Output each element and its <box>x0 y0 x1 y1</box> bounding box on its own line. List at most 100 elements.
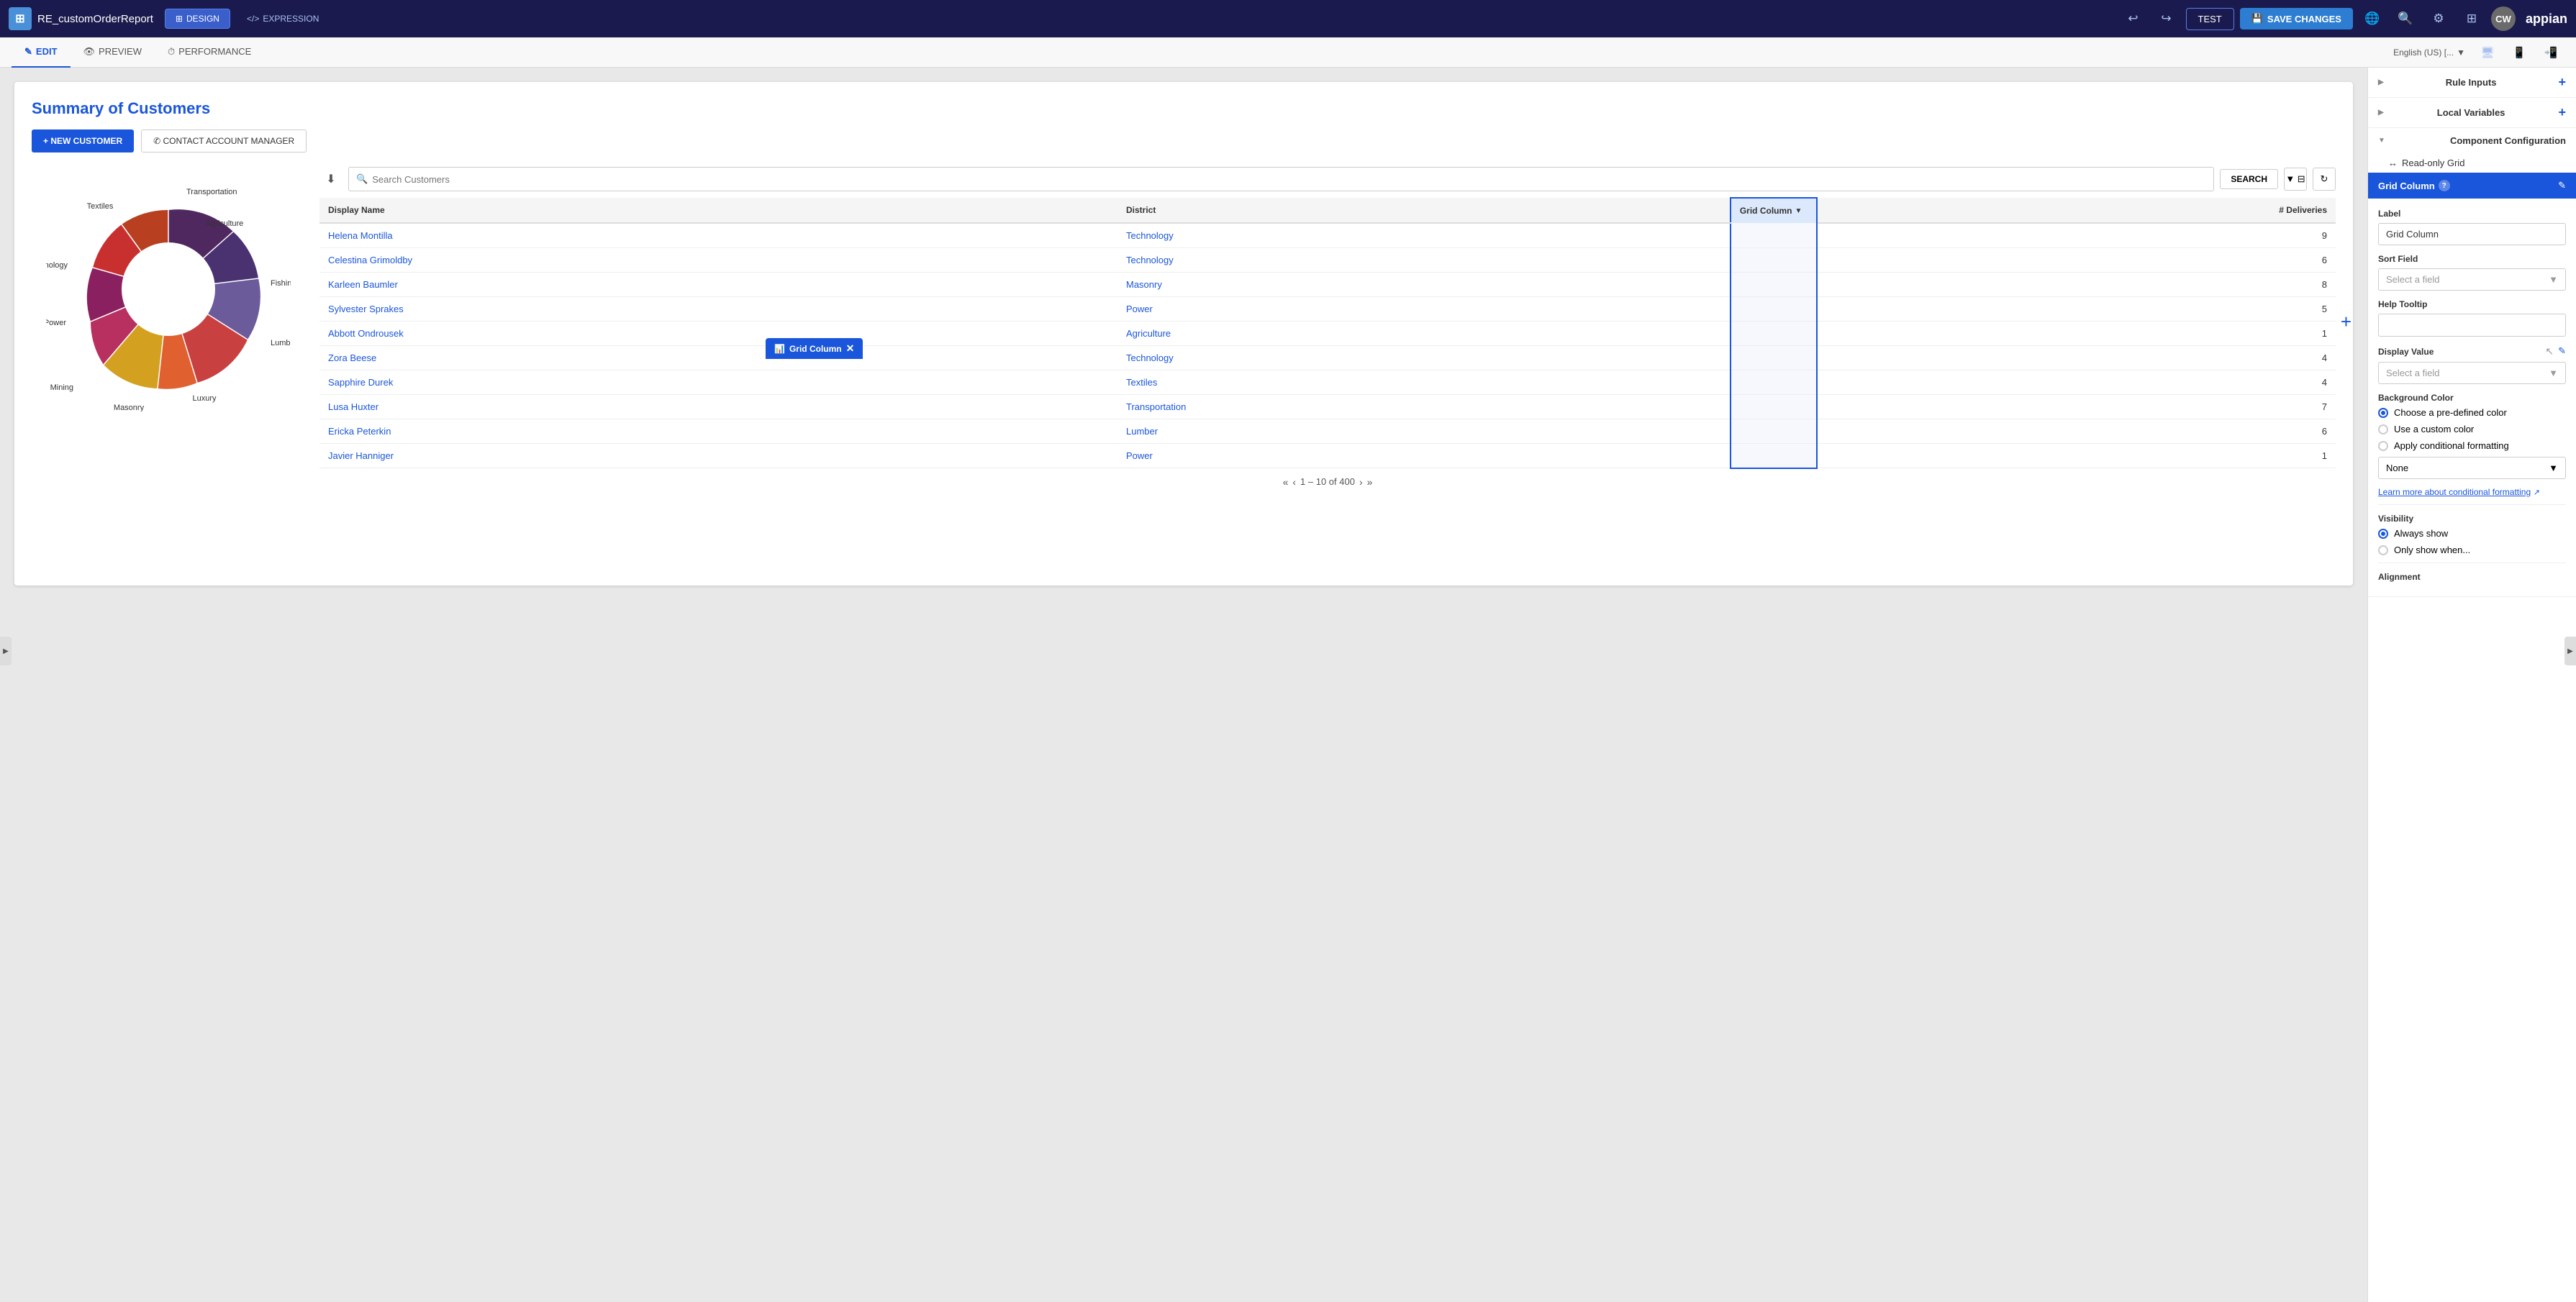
edit-display-icon[interactable]: ✎ <box>2558 345 2566 358</box>
cell-district: Transportation <box>1117 395 1731 419</box>
name-link[interactable]: Abbott Ondrousek <box>328 328 404 339</box>
table-row: Helena Montilla Technology 9 <box>319 223 2336 248</box>
name-link[interactable]: Helena Montilla <box>328 230 393 241</box>
component-config-section: ▼ Component Configuration ↔ Read-only Gr… <box>2368 128 2576 597</box>
name-link[interactable]: Lusa Huxter <box>328 401 378 412</box>
learn-more-link[interactable]: Learn more about conditional formatting <box>2378 487 2531 497</box>
district-value: Textiles <box>1126 377 1157 388</box>
search-input[interactable] <box>372 174 2206 185</box>
label-transportation: Transportation <box>186 188 237 196</box>
close-popup-btn[interactable]: ✕ <box>846 342 855 355</box>
next-page-btn[interactable]: › <box>1359 476 1363 488</box>
table-row: Sapphire Durek Textiles 4 <box>319 370 2336 395</box>
refresh-btn[interactable]: ↻ <box>2313 168 2336 191</box>
globe-icon[interactable]: 🌐 <box>2359 5 2386 32</box>
table-toolbar: ⬇ 🔍 SEARCH ▼ ⊟ ↻ <box>319 167 2336 191</box>
label-agriculture: Agriculture <box>206 219 244 228</box>
sub-navigation: ✎ EDIT 👁 PREVIEW ⏱ PERFORMANCE English (… <box>0 37 2576 68</box>
cell-district: Power <box>1117 297 1731 322</box>
tab-edit[interactable]: ✎ EDIT <box>12 37 71 68</box>
help-tooltip-input[interactable] <box>2378 314 2566 337</box>
radio-show-when[interactable]: Only show when... <box>2378 545 2566 555</box>
name-link[interactable]: Zora Beese <box>328 352 376 363</box>
design-btn[interactable]: ⊞ DESIGN <box>165 9 230 29</box>
visibility-label: Visibility <box>2378 514 2566 524</box>
search-icon-input: 🔍 <box>356 173 368 185</box>
grid-column-section-header[interactable]: Grid Column ? ✎ <box>2368 173 2576 199</box>
cell-district: Technology <box>1117 346 1731 370</box>
add-rule-input-btn[interactable]: + <box>2558 75 2566 90</box>
district-value: Transportation <box>1126 401 1186 412</box>
cell-name: Celestina Grimoldby <box>319 248 1117 273</box>
table-row: Lusa Huxter Transportation 7 <box>319 395 2336 419</box>
cell-deliveries: 4 <box>1817 346 2336 370</box>
name-link[interactable]: Sylvester Sprakes <box>328 304 404 314</box>
mobile-icon[interactable]: 📲 <box>2537 39 2564 66</box>
tablet-icon[interactable]: 📱 <box>2505 39 2533 66</box>
last-page-btn[interactable]: » <box>1367 476 1373 488</box>
name-link[interactable]: Celestina Grimoldby <box>328 255 412 265</box>
radio-conditional[interactable]: Apply conditional formatting <box>2378 440 2566 451</box>
color-none-select[interactable]: None ▼ <box>2378 457 2566 479</box>
search-icon[interactable]: 🔍 <box>2392 5 2419 32</box>
app-title: RE_customOrderReport <box>37 13 153 25</box>
radio-when-indicator <box>2378 545 2388 555</box>
right-panel-expand[interactable]: ▶ <box>2564 637 2576 665</box>
app-icon: ⊞ <box>9 7 32 30</box>
read-only-grid-item[interactable]: ↔ Read-only Grid <box>2368 153 2576 173</box>
radio-always-show[interactable]: Always show <box>2378 528 2566 539</box>
add-column-btn[interactable]: + <box>2341 311 2351 333</box>
name-link[interactable]: Sapphire Durek <box>328 377 393 388</box>
radio-predefined[interactable]: Choose a pre-defined color <box>2378 407 2566 418</box>
action-buttons: + NEW CUSTOMER ✆ CONTACT ACCOUNT MANAGER <box>32 129 2336 152</box>
settings-icon[interactable]: ⚙ <box>2425 5 2452 32</box>
grid-icon[interactable]: ⊞ <box>2458 5 2485 32</box>
locale-selector[interactable]: English (US) [... ▼ <box>2393 47 2465 58</box>
local-variables-header[interactable]: ▶ Local Variables + <box>2368 98 2576 127</box>
bg-color-label: Background Color <box>2378 393 2566 403</box>
name-link[interactable]: Ericka Peterkin <box>328 426 391 437</box>
help-icon: ? <box>2439 180 2450 191</box>
sort-field-select[interactable]: Select a field ▼ <box>2378 268 2566 291</box>
table-row: Karleen Baumler Masonry 8 <box>319 273 2336 297</box>
expression-btn[interactable]: </> EXPRESSION <box>236 9 330 29</box>
table-row: Abbott Ondrousek Agriculture 1 <box>319 322 2336 346</box>
test-btn[interactable]: TEST <box>2186 8 2234 30</box>
right-panel: ▶ Rule Inputs + ▶ Local Variables + ▼ Co… <box>2367 68 2576 1302</box>
contact-account-manager-btn[interactable]: ✆ CONTACT ACCOUNT MANAGER <box>141 129 307 152</box>
undo-btn[interactable]: ↩ <box>2120 5 2147 32</box>
display-value-select[interactable]: Select a field ▼ <box>2378 362 2566 384</box>
component-config-header[interactable]: ▼ Component Configuration <box>2368 128 2576 153</box>
radio-custom[interactable]: Use a custom color <box>2378 424 2566 434</box>
edit-grid-column-icon[interactable]: ✎ <box>2558 180 2566 191</box>
prev-page-btn[interactable]: ‹ <box>1292 476 1296 488</box>
local-variables-section: ▶ Local Variables + <box>2368 98 2576 128</box>
search-button[interactable]: SEARCH <box>2220 169 2278 189</box>
rule-inputs-header[interactable]: ▶ Rule Inputs + <box>2368 68 2576 97</box>
name-link[interactable]: Javier Hanniger <box>328 450 394 461</box>
filter-btn[interactable]: ▼ ⊟ <box>2284 168 2307 191</box>
download-btn[interactable]: ⬇ <box>319 168 343 191</box>
learn-more-section: Learn more about conditional formatting … <box>2378 486 2566 497</box>
radio-predefined-indicator <box>2378 408 2388 418</box>
desktop-icon[interactable]: 🖥 <box>2474 39 2501 66</box>
rule-inputs-section: ▶ Rule Inputs + <box>2368 68 2576 98</box>
avatar[interactable]: CW <box>2491 6 2516 31</box>
tab-performance[interactable]: ⏱ PERFORMANCE <box>155 37 264 68</box>
grid-col-header-content: Grid Column ▼ <box>1740 206 1808 216</box>
divider-1 <box>2378 504 2566 505</box>
cell-deliveries: 9 <box>1817 223 2336 248</box>
save-changes-btn[interactable]: 💾 SAVE CHANGES <box>2240 8 2353 29</box>
locale-dropdown-icon: ▼ <box>2457 47 2465 58</box>
label-input[interactable] <box>2378 223 2566 245</box>
redo-btn[interactable]: ↪ <box>2153 5 2180 32</box>
first-page-btn[interactable]: « <box>1283 476 1289 488</box>
name-link[interactable]: Karleen Baumler <box>328 279 398 290</box>
add-local-var-btn[interactable]: + <box>2558 105 2566 120</box>
tab-preview[interactable]: 👁 PREVIEW <box>71 37 155 68</box>
new-customer-btn[interactable]: + NEW CUSTOMER <box>32 129 134 152</box>
cell-grid <box>1731 346 1817 370</box>
left-panel-expand[interactable]: ▶ <box>0 637 12 665</box>
district-value: Power <box>1126 304 1153 314</box>
bar-chart-icon: 📊 <box>774 344 785 354</box>
